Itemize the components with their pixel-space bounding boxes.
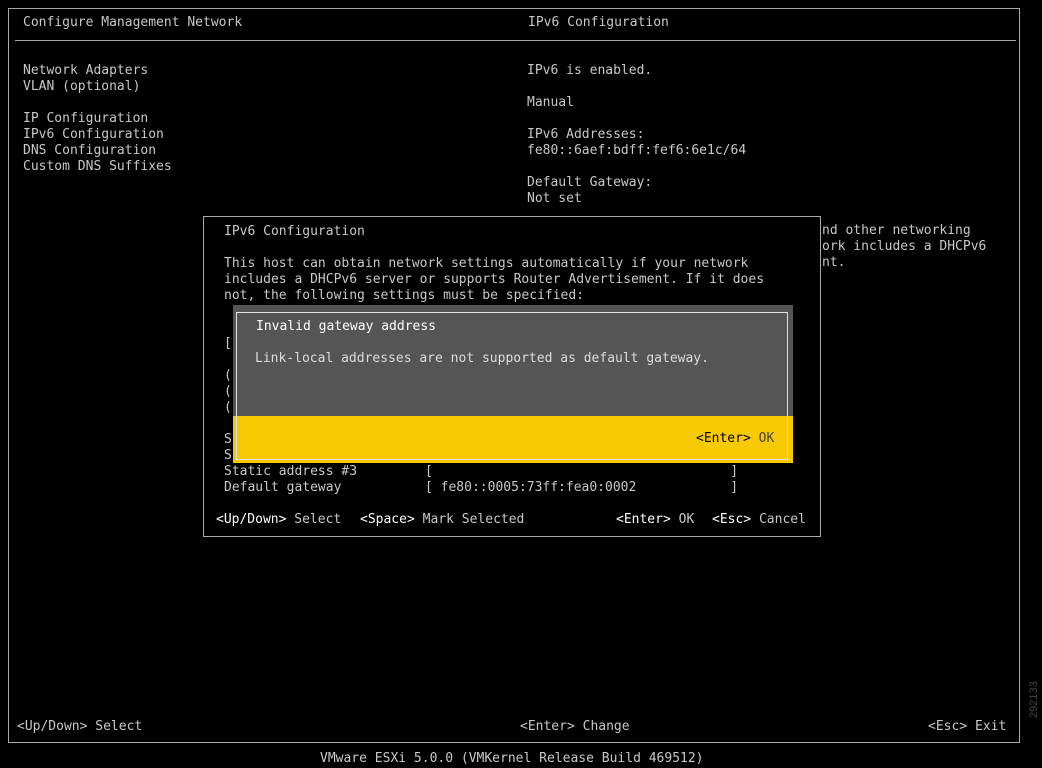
header-divider [15, 40, 1016, 41]
static-address-3-input[interactable]: [ ] [425, 464, 738, 480]
dialog-cancel-button[interactable]: <Esc> Cancel [712, 512, 806, 528]
panel-title: IPv6 Configuration [528, 15, 669, 30]
hint-select: <Up/Down> Select [17, 719, 142, 735]
obscured-radio[interactable]: ( [224, 400, 232, 416]
version-banner: VMware ESXi 5.0.0 (VMKernel Release Buil… [320, 751, 704, 766]
hint-label: Select [95, 719, 143, 734]
dialog-ok-button[interactable]: <Enter> OK [616, 512, 694, 528]
background-text-line: nt. [822, 255, 846, 270]
dialog-hint-mark: <Space> Mark Selected [360, 512, 524, 528]
ipv6-address-value: fe80::6aef:bdff:fef6:6e1c/64 [527, 143, 747, 158]
hint-change[interactable]: <Enter> Change [520, 719, 630, 735]
hint-key: <Space> [360, 512, 415, 527]
error-message: Link-local addresses are not supported a… [255, 351, 709, 366]
figure-id: 292133 [1028, 681, 1040, 718]
hint-key: <Enter> [520, 719, 575, 734]
dialog-title: IPv6 Configuration [224, 224, 365, 239]
hint-label: Select [294, 512, 342, 527]
dialog-hint-select: <Up/Down> Select [216, 512, 341, 528]
hint-key: <Enter> [616, 512, 671, 527]
default-gateway-value: Not set [527, 191, 582, 206]
background-text-line: nd other networking [822, 223, 971, 238]
background-text-line: ork includes a DHCPv6 [822, 239, 987, 254]
menu-item-ipv6-configuration[interactable]: IPv6 Configuration [23, 127, 172, 143]
obscured-field-label: S [224, 432, 232, 447]
hint-key: <Up/Down> [216, 512, 287, 527]
left-menu: Network Adapters VLAN (optional) IP Conf… [23, 63, 172, 175]
menu-item-ip-configuration[interactable]: IP Configuration [23, 111, 172, 127]
ipv6-addresses-label: IPv6 Addresses: [527, 127, 645, 142]
dialog-description-line: This host can obtain network settings au… [224, 256, 749, 271]
hint-label: Change [582, 719, 630, 734]
menu-item-custom-dns-suffixes[interactable]: Custom DNS Suffixes [23, 159, 172, 175]
error-ok-button[interactable]: <Enter> OK [696, 431, 774, 447]
ok-label: OK [758, 431, 775, 446]
error-title: Invalid gateway address [256, 319, 437, 334]
ipv6-enabled-text: IPv6 is enabled. [527, 63, 653, 78]
default-gateway-label: Default Gateway: [527, 175, 653, 190]
dialog-description-line: not, the following settings must be spec… [224, 288, 585, 303]
hint-label: Cancel [758, 512, 806, 527]
hint-exit[interactable]: <Esc> Exit [928, 719, 1006, 735]
obscured-radio[interactable]: ( [224, 384, 232, 400]
hint-label: Exit [974, 719, 1007, 734]
menu-spacer [23, 95, 172, 111]
menu-item-dns-configuration[interactable]: DNS Configuration [23, 143, 172, 159]
ipv6-mode-text: Manual [527, 95, 574, 110]
default-gateway-field-label: Default gateway [224, 480, 342, 495]
ipv6-status-panel: IPv6 is enabled. Manual IPv6 Addresses: … [527, 63, 746, 207]
background-text-overflow: nd other networking ork includes a DHCPv… [822, 223, 986, 271]
hint-label: Mark Selected [422, 512, 525, 527]
hint-key: <Esc> [928, 719, 968, 734]
page-title: Configure Management Network [23, 15, 243, 30]
hint-key: <Esc> [712, 512, 752, 527]
menu-item-vlan[interactable]: VLAN (optional) [23, 79, 172, 95]
obscured-field-label: S [224, 448, 232, 463]
hint-label: OK [678, 512, 695, 527]
hint-key: <Up/Down> [17, 719, 88, 734]
menu-item-network-adapters[interactable]: Network Adapters [23, 63, 172, 79]
obscured-checkbox[interactable]: [ [224, 336, 232, 352]
default-gateway-input[interactable]: [ fe80::0005:73ff:fea0:0002 ] [425, 480, 738, 496]
dialog-description-line: includes a DHCPv6 server or supports Rou… [224, 272, 765, 287]
ok-key: <Enter> [696, 431, 751, 446]
obscured-radio[interactable]: ( [224, 368, 232, 384]
static-address-3-label: Static address #3 [224, 464, 358, 479]
error-popup: Invalid gateway address Link-local addre… [233, 305, 793, 463]
